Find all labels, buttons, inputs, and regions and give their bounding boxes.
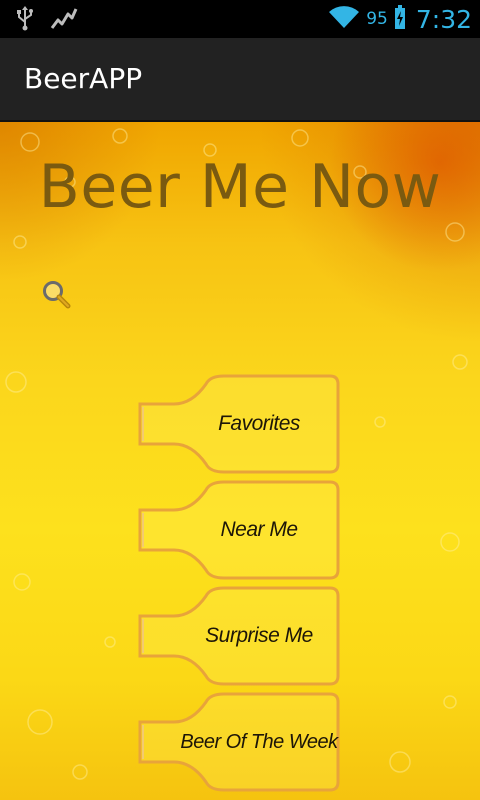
usb-icon xyxy=(14,6,36,36)
system-icons: 95 7:32 xyxy=(328,0,472,38)
beer-of-the-week-label: Beer Of The Week xyxy=(180,730,338,753)
near-me-button[interactable]: Near Me xyxy=(134,478,344,582)
magnifier-icon xyxy=(43,281,71,309)
wifi-icon xyxy=(328,4,360,34)
favorites-label: Favorites xyxy=(218,412,300,435)
beer-of-the-week-button[interactable]: Beer Of The Week xyxy=(134,690,344,794)
battery-charging-icon xyxy=(394,4,406,34)
status-bar: 95 7:32 xyxy=(0,0,480,38)
action-bar: BeerAPP xyxy=(0,38,480,122)
main-content: Beer Me Now Favorites Near Me Surprise M… xyxy=(0,122,480,800)
favorites-button[interactable]: Favorites xyxy=(134,372,344,476)
clock: 7:32 xyxy=(415,4,472,34)
surprise-me-button[interactable]: Surprise Me xyxy=(134,584,344,688)
activity-graph-icon xyxy=(50,6,78,36)
near-me-label: Near Me xyxy=(220,518,298,541)
app-title: BeerAPP xyxy=(24,62,143,95)
page-heading: Beer Me Now xyxy=(38,152,442,222)
battery-percent: 95 xyxy=(366,9,388,29)
search-button[interactable] xyxy=(40,278,74,312)
notification-icons xyxy=(14,6,78,36)
surprise-me-label: Surprise Me xyxy=(205,624,313,647)
